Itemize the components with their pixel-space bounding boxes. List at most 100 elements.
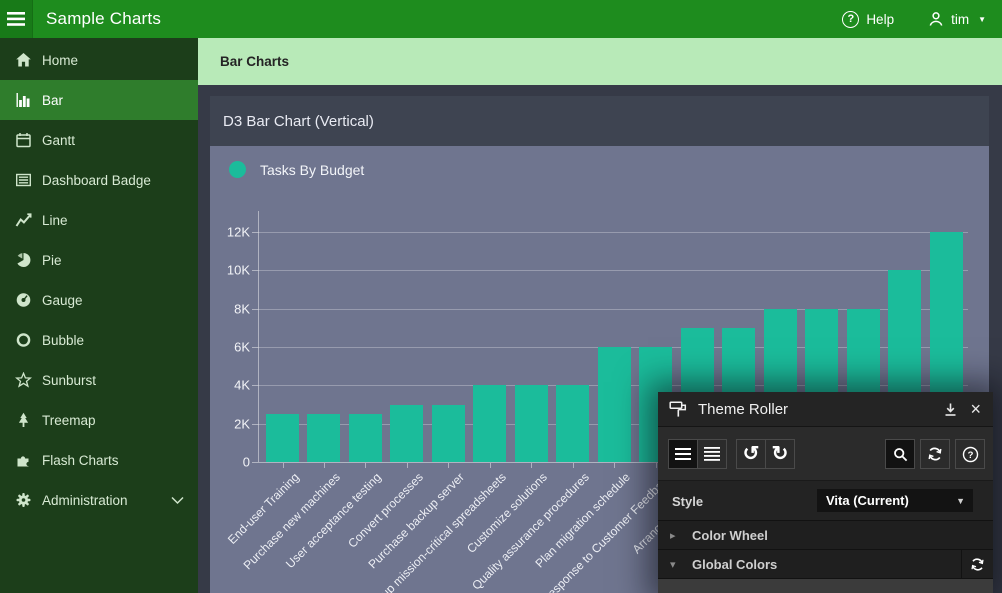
sidebar-item-label: Pie xyxy=(42,253,62,268)
breadcrumb-title: Bar Charts xyxy=(220,54,289,69)
bar[interactable] xyxy=(307,414,340,462)
sidebar-item-pie[interactable]: Pie xyxy=(0,240,198,280)
sidebar-item-label: Bar xyxy=(42,93,63,108)
redo-button[interactable]: ↻ xyxy=(765,439,795,469)
x-axis-tick xyxy=(490,463,491,468)
pie-chart-icon xyxy=(14,252,32,268)
refresh-button[interactable] xyxy=(920,439,950,469)
chevron-down-icon xyxy=(171,496,184,505)
section-expanded-icon: ▾ xyxy=(670,558,684,571)
style-row: Style Vita (Current) ▼ xyxy=(658,480,993,520)
y-axis-label: 0 xyxy=(210,455,250,470)
y-axis-label: 10K xyxy=(210,263,250,278)
bar-chart-icon xyxy=(14,92,32,108)
chart-legend[interactable]: Tasks By Budget xyxy=(229,161,364,178)
sidebar-item-label: Flash Charts xyxy=(42,453,119,468)
search-icon xyxy=(893,447,908,462)
download-theme-button[interactable] xyxy=(943,402,958,417)
y-axis-label: 2K xyxy=(210,416,250,431)
undo-icon: ↺ xyxy=(743,445,760,463)
chart-card-header: D3 Bar Chart (Vertical) xyxy=(210,96,989,146)
reset-global-colors-button[interactable] xyxy=(961,550,993,578)
bar[interactable] xyxy=(556,385,589,462)
sidebar-item-label: Bubble xyxy=(42,333,84,348)
sidebar-item-label: Gantt xyxy=(42,133,75,148)
app-title: Sample Charts xyxy=(46,9,161,29)
calendar-icon xyxy=(14,132,32,148)
sidebar-item-flash-charts[interactable]: Flash Charts xyxy=(0,440,198,480)
section-color-wheel-label: Color Wheel xyxy=(692,528,768,543)
menu-toggle-button[interactable] xyxy=(0,0,33,38)
help-icon: ? xyxy=(842,11,859,28)
sidebar-item-label: Treemap xyxy=(42,413,96,428)
sidebar-item-bubble[interactable]: Bubble xyxy=(0,320,198,360)
sidebar-item-home[interactable]: Home xyxy=(0,40,198,80)
paint-roller-icon xyxy=(669,400,688,419)
section-global-colors[interactable]: ▾ Global Colors xyxy=(658,549,993,578)
y-axis-label: 4K xyxy=(210,378,250,393)
style-select[interactable]: Vita (Current) ▼ xyxy=(817,489,973,512)
redo-icon: ↻ xyxy=(772,445,789,463)
bar[interactable] xyxy=(390,405,423,462)
hamburger-icon xyxy=(7,12,25,26)
close-icon[interactable]: × xyxy=(970,402,981,416)
x-axis-tick xyxy=(614,463,615,468)
sidebar-item-treemap[interactable]: Treemap xyxy=(0,400,198,440)
help-label: Help xyxy=(866,12,894,27)
download-icon xyxy=(943,402,958,417)
y-axis-label: 6K xyxy=(210,340,250,355)
sidebar-item-line[interactable]: Line xyxy=(0,200,198,240)
sidebar-item-bar[interactable]: Bar xyxy=(0,80,198,120)
x-axis-tick xyxy=(573,463,574,468)
style-label: Style xyxy=(672,494,703,509)
x-axis-tick xyxy=(448,463,449,468)
theme-roller-toolbar: ↺ ↻ ? xyxy=(658,427,993,480)
user-icon xyxy=(928,11,944,27)
compact-view-button[interactable] xyxy=(668,439,698,469)
gridline xyxy=(258,232,968,233)
sidebar-item-administration[interactable]: Administration xyxy=(0,480,198,520)
theme-roller-header[interactable]: Theme Roller × xyxy=(658,392,993,427)
section-color-wheel[interactable]: ▸ Color Wheel xyxy=(658,520,993,549)
sidebar-nav: Home Bar Gantt Dashboard Badge Line Pie Gauge B… xyxy=(0,38,198,593)
sidebar-item-label: Dashboard Badge xyxy=(42,173,151,188)
sidebar-item-gantt[interactable]: Gantt xyxy=(0,120,198,160)
next-section-strip xyxy=(658,578,993,593)
style-select-value: Vita (Current) xyxy=(826,493,956,508)
x-axis-tick xyxy=(407,463,408,468)
help-button[interactable]: ? Help xyxy=(842,11,894,28)
sidebar-item-dashboard-badge[interactable]: Dashboard Badge xyxy=(0,160,198,200)
theme-roller-help-button[interactable]: ? xyxy=(955,439,985,469)
x-axis-tick xyxy=(531,463,532,468)
sidebar-item-label: Home xyxy=(42,53,78,68)
sidebar-item-sunburst[interactable]: Sunburst xyxy=(0,360,198,400)
y-axis-label: 12K xyxy=(210,225,250,240)
sidebar-item-label: Sunburst xyxy=(42,373,96,388)
question-circle-icon: ? xyxy=(962,446,979,463)
svg-text:?: ? xyxy=(967,450,973,461)
refresh-icon xyxy=(970,557,985,572)
bar[interactable] xyxy=(349,414,382,462)
detailed-view-button[interactable] xyxy=(697,439,727,469)
sidebar-item-label: Line xyxy=(42,213,68,228)
user-caret-icon: ▼ xyxy=(978,15,986,24)
gauge-icon xyxy=(14,292,32,308)
gridline xyxy=(258,270,968,271)
gear-icon xyxy=(14,492,32,508)
section-collapsed-icon: ▸ xyxy=(670,529,684,542)
sidebar-item-gauge[interactable]: Gauge xyxy=(0,280,198,320)
user-menu-button[interactable]: tim ▼ xyxy=(928,11,986,27)
search-button[interactable] xyxy=(885,439,915,469)
bar[interactable] xyxy=(473,385,506,462)
x-axis-tick xyxy=(324,463,325,468)
bar[interactable] xyxy=(515,385,548,462)
undo-button[interactable]: ↺ xyxy=(736,439,766,469)
sidebar-item-label: Administration xyxy=(42,493,128,508)
section-global-colors-label: Global Colors xyxy=(692,557,777,572)
sidebar-item-label: Gauge xyxy=(42,293,83,308)
chevron-down-icon: ▼ xyxy=(956,496,965,506)
four-lines-icon xyxy=(704,447,720,461)
bar[interactable] xyxy=(432,405,465,462)
bar[interactable] xyxy=(266,414,299,462)
bar[interactable] xyxy=(598,347,631,462)
